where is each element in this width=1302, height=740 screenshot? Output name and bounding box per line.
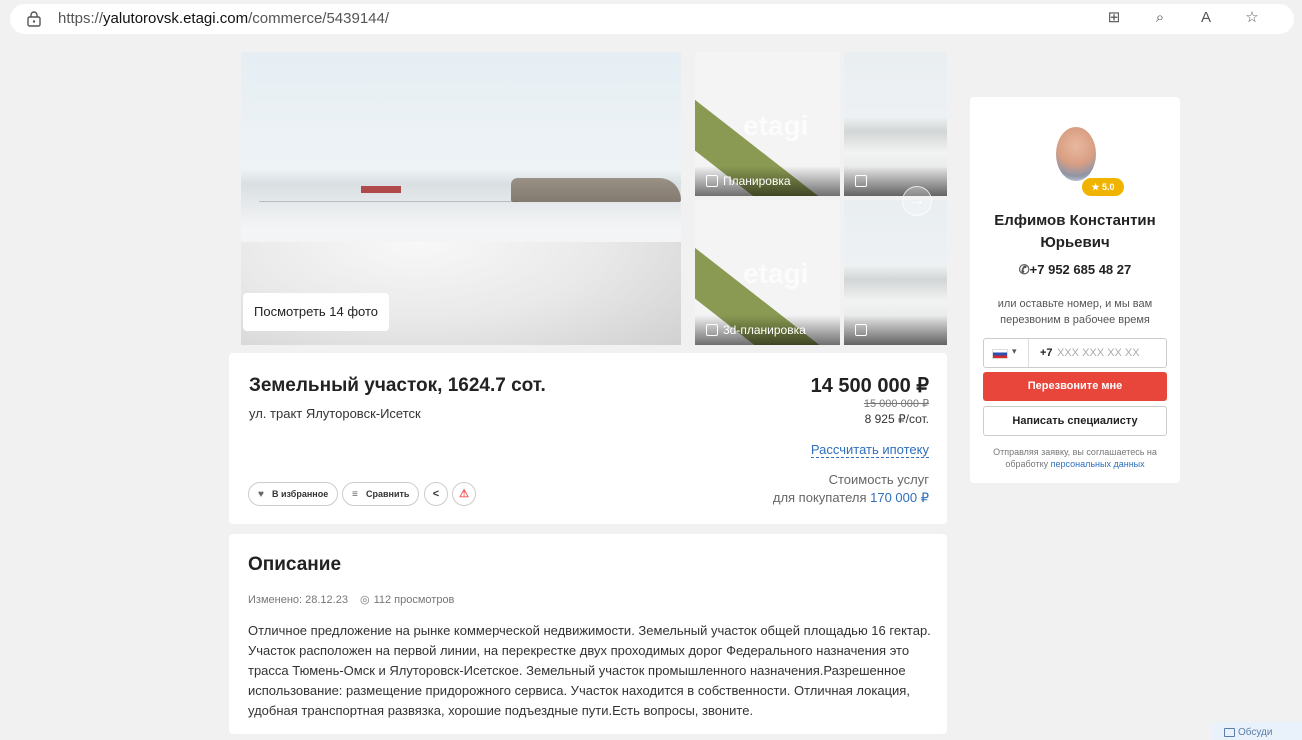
divider [1028,339,1029,367]
compare-icon: ≡ [352,489,358,500]
eye-icon: ◎ [359,594,370,606]
favorite-star-icon[interactable]: ☆ [1242,8,1262,28]
description-heading: Описание [248,554,342,575]
description-card: Описание Изменено: 28.12.23 ◎ 112 просмотр… [229,534,947,734]
read-aloud-icon[interactable]: A [1196,8,1216,28]
agent-phone[interactable]: ✆+7 952 685 48 27 [980,262,1170,278]
arrow-right-icon[interactable]: → [902,186,932,216]
photo-treeline [511,178,681,202]
chat-widget-button[interactable]: Обсуди [1212,722,1302,740]
cube-icon [706,324,718,336]
floorplan-icon [706,175,718,187]
listing-address: ул. тракт Ялуторовск-Исетск [249,406,421,421]
compare-button[interactable]: ≡ Сравнить [342,482,420,506]
rating-badge: ★ 5.0 [1082,178,1124,196]
chat-icon [1224,728,1235,737]
thumb-floorplan[interactable]: etagi Планировка [695,52,840,196]
heart-icon: ♥ [258,489,264,500]
country-code: +7 [1040,347,1053,359]
thumb-photo-2[interactable] [844,200,947,345]
agent-contact-card: ★ 5.0 Елфимов Константин Юрьевич ✆+7 952… [970,97,1180,483]
zoom-icon[interactable]: ⌕ [1150,8,1170,28]
phone-placeholder: XXX XXX XX XX [1057,347,1140,359]
share-icon[interactable]: < [424,482,448,506]
phone-input[interactable]: ▾ +7 XXX XXX XX XX [983,338,1167,368]
thumb-3d-plan[interactable]: etagi 3d-планировка [695,200,840,345]
photo-horizon [259,162,519,202]
main-photo[interactable]: Посмотреть 14 фото [241,52,681,345]
watermark: etagi [743,258,809,289]
description-text: Отличное предложение на рынке коммерческ… [248,623,931,718]
listing-summary-card: Земельный участок, 1624.7 сот. ул. тракт… [229,353,947,524]
consent-text: Отправляя заявку, вы соглашаетесь на обр… [993,447,1157,469]
photo-gallery: Посмотреть 14 фото etagi Планировка etag… [241,52,947,345]
chevron-down-icon[interactable]: ▾ [1012,346,1017,357]
thumb-caption [844,315,947,345]
write-specialist-button[interactable]: Написать специалисту [983,406,1167,436]
russia-flag-icon[interactable] [992,349,1008,359]
services-cost-label: Стоимость услуг [828,472,929,487]
callback-hint: или оставьте номер, и мы вам перезвоним … [997,298,1153,326]
image-icon [855,324,867,336]
listing-title: Земельный участок, 1624.7 сот. [249,375,546,396]
price-per-unit: 8 925 ₽/сот. [864,412,929,426]
view-all-photos-button[interactable]: Посмотреть 14 фото [243,293,389,331]
description-meta: Изменено: 28.12.23 ◎ 112 просмотров [248,594,455,606]
call-me-button[interactable]: Перезвоните мне [983,372,1167,401]
thumb-photo-1[interactable] [844,52,947,196]
image-icon [855,175,867,187]
phone-icon: ✆ [1018,262,1030,277]
agent-name[interactable]: Елфимов Константин Юрьевич [980,210,1170,254]
add-to-favorites-button[interactable]: ♥ В избранное [248,482,339,506]
split-screen-icon[interactable]: ⊞ [1104,8,1124,28]
report-warning-icon[interactable]: ⚠ [452,482,476,506]
url-text[interactable]: https://yalutorovsk.etagi.com/commerce/5… [58,10,389,27]
photo-truck [361,186,401,193]
thumb-caption [844,166,947,196]
thumb-caption: Планировка [695,166,840,196]
watermark: etagi [743,110,809,141]
personal-data-link[interactable]: персональных данных [1051,459,1145,469]
services-cost-value: для покупателя 170 000 ₽ [772,490,929,505]
listing-price: 14 500 000 ₽ [810,375,929,397]
mortgage-calc-link[interactable]: Рассчитать ипотеку [810,442,929,458]
lock-icon[interactable] [24,9,44,29]
avatar[interactable] [1056,127,1096,181]
thumb-caption: 3d-планировка [695,315,840,345]
old-price: 15 000 000 ₽ [863,398,929,410]
browser-toolbar: https://yalutorovsk.etagi.com/commerce/5… [0,0,1302,38]
